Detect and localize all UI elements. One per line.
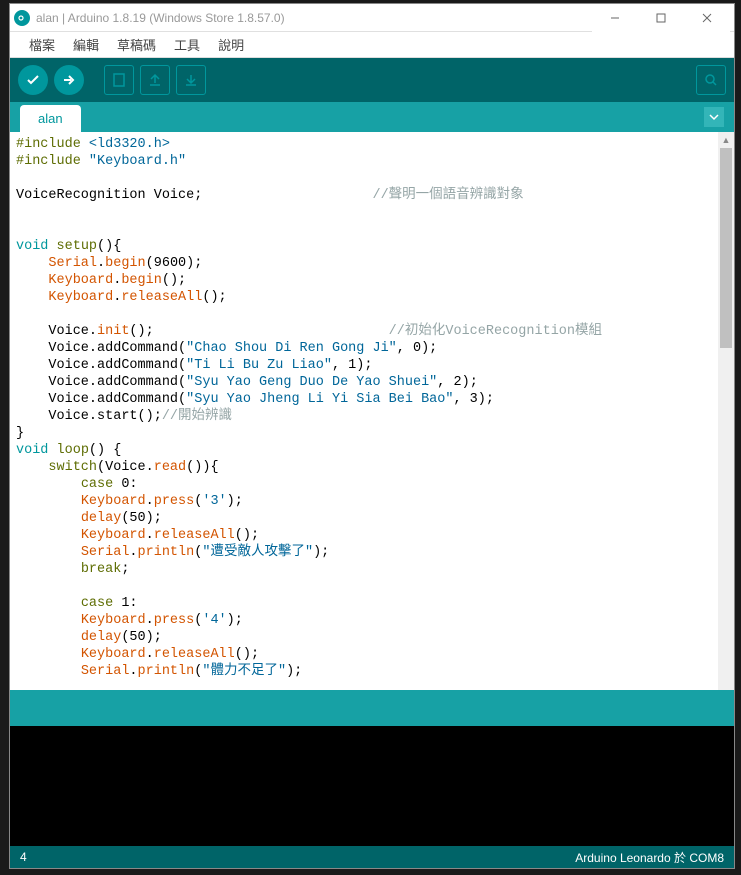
menubar: 檔案 編輯 草稿碼 工具 說明 xyxy=(10,32,734,58)
minimize-button[interactable] xyxy=(592,4,638,32)
scroll-up-icon[interactable]: ▲ xyxy=(718,132,734,148)
tabbar: alan xyxy=(10,102,734,132)
save-sketch-button[interactable] xyxy=(176,65,206,95)
app-window: alan | Arduino 1.8.19 (Windows Store 1.8… xyxy=(9,3,735,869)
upload-button[interactable] xyxy=(54,65,84,95)
scrollbar-thumb[interactable] xyxy=(720,148,732,348)
window-title: alan | Arduino 1.8.19 (Windows Store 1.8… xyxy=(36,11,592,25)
menu-edit[interactable]: 編輯 xyxy=(64,35,108,54)
titlebar: alan | Arduino 1.8.19 (Windows Store 1.8… xyxy=(10,4,734,32)
arduino-logo-icon xyxy=(14,10,30,26)
toolbar xyxy=(10,58,734,102)
code-editor[interactable]: #include <ld3320.h> #include "Keyboard.h… xyxy=(10,132,718,690)
close-button[interactable] xyxy=(684,4,730,32)
status-line-number: 4 xyxy=(20,850,575,864)
maximize-button[interactable] xyxy=(638,4,684,32)
console-output[interactable] xyxy=(10,726,734,846)
tab-alan[interactable]: alan xyxy=(20,105,81,132)
message-bar xyxy=(10,690,734,726)
menu-tools[interactable]: 工具 xyxy=(165,35,209,54)
serial-monitor-button[interactable] xyxy=(696,65,726,95)
editor-scrollbar[interactable]: ▲ xyxy=(718,132,734,690)
status-board-port: Arduino Leonardo 於 COM8 xyxy=(575,849,724,866)
open-sketch-button[interactable] xyxy=(140,65,170,95)
new-sketch-button[interactable] xyxy=(104,65,134,95)
tab-menu-button[interactable] xyxy=(704,107,724,127)
editor-area: #include <ld3320.h> #include "Keyboard.h… xyxy=(10,132,734,690)
menu-sketch[interactable]: 草稿碼 xyxy=(108,35,165,54)
menu-help[interactable]: 說明 xyxy=(209,35,253,54)
statusbar: 4 Arduino Leonardo 於 COM8 xyxy=(10,846,734,868)
menu-file[interactable]: 檔案 xyxy=(20,35,64,54)
verify-button[interactable] xyxy=(18,65,48,95)
